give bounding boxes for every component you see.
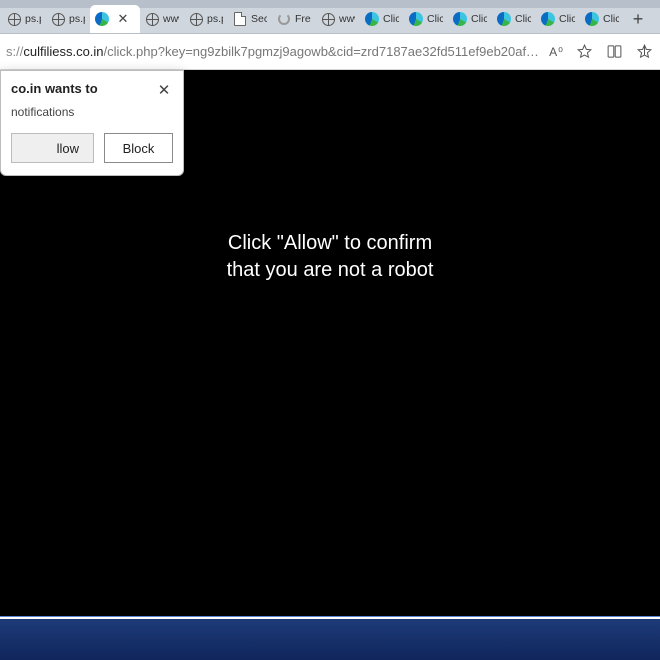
favorite-icon[interactable] xyxy=(574,42,594,62)
tab-item[interactable]: Free xyxy=(272,5,316,33)
tab-item-active[interactable]: ✕ xyxy=(90,5,140,33)
edge-icon xyxy=(497,12,511,26)
close-icon[interactable]: ✕ xyxy=(155,81,173,99)
new-tab-button[interactable]: + xyxy=(624,5,652,33)
address-bar[interactable]: s:// culfiliess.co.in /click.php?key=ng9… xyxy=(6,38,539,66)
tab-item[interactable]: Click xyxy=(492,5,536,33)
tab-label: Click xyxy=(427,13,443,25)
browser-window: ps.pc ps.pc ✕ www ps.pc Secu Free xyxy=(0,0,660,660)
notification-permission-popup: co.in wants to ✕ notifications llow Bloc… xyxy=(0,70,184,176)
tab-item[interactable]: ps.pc xyxy=(46,5,90,33)
reader-mode-button[interactable]: A⁰ xyxy=(549,45,564,59)
globe-icon xyxy=(51,12,65,26)
collections-icon[interactable] xyxy=(634,42,654,62)
permission-body: notifications xyxy=(11,105,173,119)
tab-label: Click xyxy=(471,13,487,25)
tab-label: Click xyxy=(383,13,399,25)
globe-icon xyxy=(145,12,159,26)
tab-label: www xyxy=(339,13,355,25)
block-button[interactable]: Block xyxy=(104,133,173,163)
windows-taskbar[interactable] xyxy=(0,616,660,660)
loading-icon xyxy=(277,12,291,26)
tab-item[interactable]: Click xyxy=(580,5,624,33)
tab-label: ps.pc xyxy=(207,13,223,25)
edge-icon xyxy=(541,12,555,26)
page-content: Click "Allow" to confirm that you are no… xyxy=(0,70,660,616)
edge-icon xyxy=(95,12,109,26)
globe-icon xyxy=(189,12,203,26)
address-toolbar: s:// culfiliess.co.in /click.php?key=ng9… xyxy=(0,34,660,70)
tab-item[interactable]: Secu xyxy=(228,5,272,33)
tab-item[interactable]: Click xyxy=(448,5,492,33)
tab-label: ps.pc xyxy=(69,13,85,25)
globe-icon xyxy=(321,12,335,26)
tab-label: Free xyxy=(295,13,311,25)
tab-label: Click xyxy=(559,13,575,25)
tab-label: Click xyxy=(515,13,531,25)
permission-title: co.in wants to xyxy=(11,81,98,96)
tab-item[interactable]: Click xyxy=(404,5,448,33)
edge-icon xyxy=(585,12,599,26)
split-screen-icon[interactable] xyxy=(604,42,624,62)
tab-item[interactable]: ps.pc xyxy=(2,5,46,33)
tab-item[interactable]: Click xyxy=(360,5,404,33)
edge-icon xyxy=(365,12,379,26)
page-icon xyxy=(233,12,247,26)
scam-message: Click "Allow" to confirm that you are no… xyxy=(227,230,434,284)
url-path: /click.php?key=ng9zbilk7pgmzj9agowb&cid=… xyxy=(104,44,540,59)
edge-icon xyxy=(409,12,423,26)
tab-label: www xyxy=(163,13,179,25)
edge-icon xyxy=(453,12,467,26)
tab-item[interactable]: ps.pc xyxy=(184,5,228,33)
scam-message-line1: Click "Allow" to confirm xyxy=(227,230,434,257)
tab-strip: ps.pc ps.pc ✕ www ps.pc Secu Free xyxy=(0,0,660,34)
taskbar-top-edge xyxy=(0,617,660,619)
scam-message-line2: that you are not a robot xyxy=(227,257,434,284)
tab-item[interactable]: Click xyxy=(536,5,580,33)
tab-label: Click xyxy=(603,13,619,25)
url-host: culfiliess.co.in xyxy=(23,44,103,59)
tab-label: Secu xyxy=(251,13,267,25)
close-icon[interactable]: ✕ xyxy=(117,13,129,25)
globe-icon xyxy=(7,12,21,26)
allow-button[interactable]: llow xyxy=(11,133,94,163)
tab-item[interactable]: www xyxy=(316,5,360,33)
tab-label: ps.pc xyxy=(25,13,41,25)
url-protocol: s:// xyxy=(6,44,23,59)
tab-item[interactable]: www xyxy=(140,5,184,33)
